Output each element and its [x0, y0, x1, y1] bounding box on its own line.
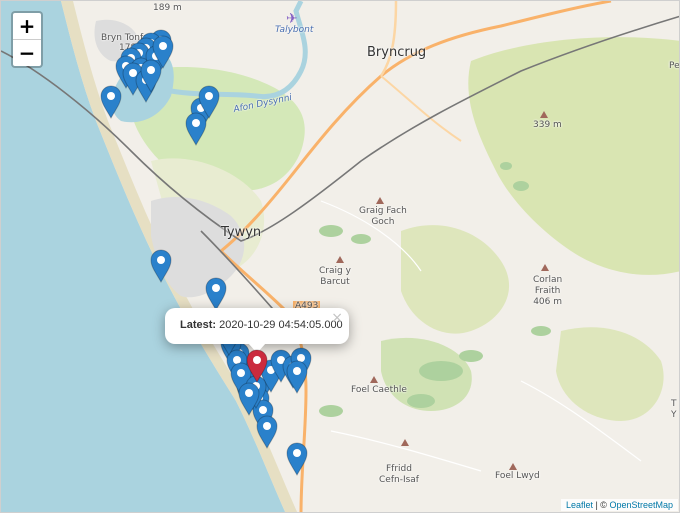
label-ffridd-cefn-isaf: Ffridd Cefn-Isaf	[379, 464, 419, 485]
popup-close-button[interactable]: ×	[331, 310, 343, 326]
label-tywyn: Tywyn	[221, 225, 262, 240]
label-summit-189: 189 m	[153, 3, 182, 13]
zoom-control: + −	[11, 11, 43, 68]
marker-popup: Latest: 2020-10-29 04:54:05.000 ×	[165, 308, 349, 353]
wood-1	[468, 37, 679, 275]
popup-label: Latest:	[180, 319, 217, 331]
map-marker-blue[interactable]	[205, 277, 227, 311]
label-height-339: 339 m	[533, 120, 562, 130]
map-marker-blue[interactable]	[238, 382, 260, 416]
label-foel-lwyd: Foel Lwyd	[495, 471, 540, 481]
map[interactable]: ✈ 189 m Bryn Tonfanau 178 m Talybont Bry…	[0, 0, 680, 513]
attribution-leaflet-link[interactable]: Leaflet	[566, 500, 593, 510]
attribution: Leaflet | © OpenStreetMap	[560, 499, 678, 511]
map-marker-blue[interactable]	[100, 85, 122, 119]
label-talybont: Talybont	[275, 25, 314, 35]
map-marker-blue[interactable]	[198, 85, 220, 119]
label-craig-y-barcut: Craig y Barcut	[319, 266, 351, 287]
label-edge-ty: TY	[671, 399, 677, 420]
wood-3	[556, 327, 664, 421]
popup-value: 2020-10-29 04:54:05.000	[219, 319, 343, 331]
attribution-osm-link[interactable]: OpenStreetMap	[609, 500, 673, 510]
map-marker-red-latest[interactable]	[246, 349, 268, 383]
zoom-out-button[interactable]: −	[13, 39, 41, 66]
zoom-in-button[interactable]: +	[13, 13, 41, 39]
label-foel-caethle: Foel Caethle	[351, 385, 407, 395]
label-graig-fach-goch: Graig Fach Goch	[359, 206, 407, 227]
map-marker-blue[interactable]	[140, 59, 162, 93]
map-marker-blue[interactable]	[286, 442, 308, 476]
attribution-separator: | ©	[592, 500, 610, 510]
label-edge-pe: Pe	[669, 61, 680, 71]
map-marker-blue[interactable]	[286, 360, 308, 394]
label-corlan-fraith: Corlan Fraith 406 m	[533, 275, 563, 307]
popup-content: Latest: 2020-10-29 04:54:05.000	[180, 319, 343, 331]
map-marker-blue[interactable]	[150, 249, 172, 283]
map-marker-blue[interactable]	[256, 415, 278, 449]
wood-2	[401, 225, 510, 334]
label-bryncrug: Bryncrug	[367, 45, 427, 60]
map-tiles: ✈	[1, 1, 679, 512]
